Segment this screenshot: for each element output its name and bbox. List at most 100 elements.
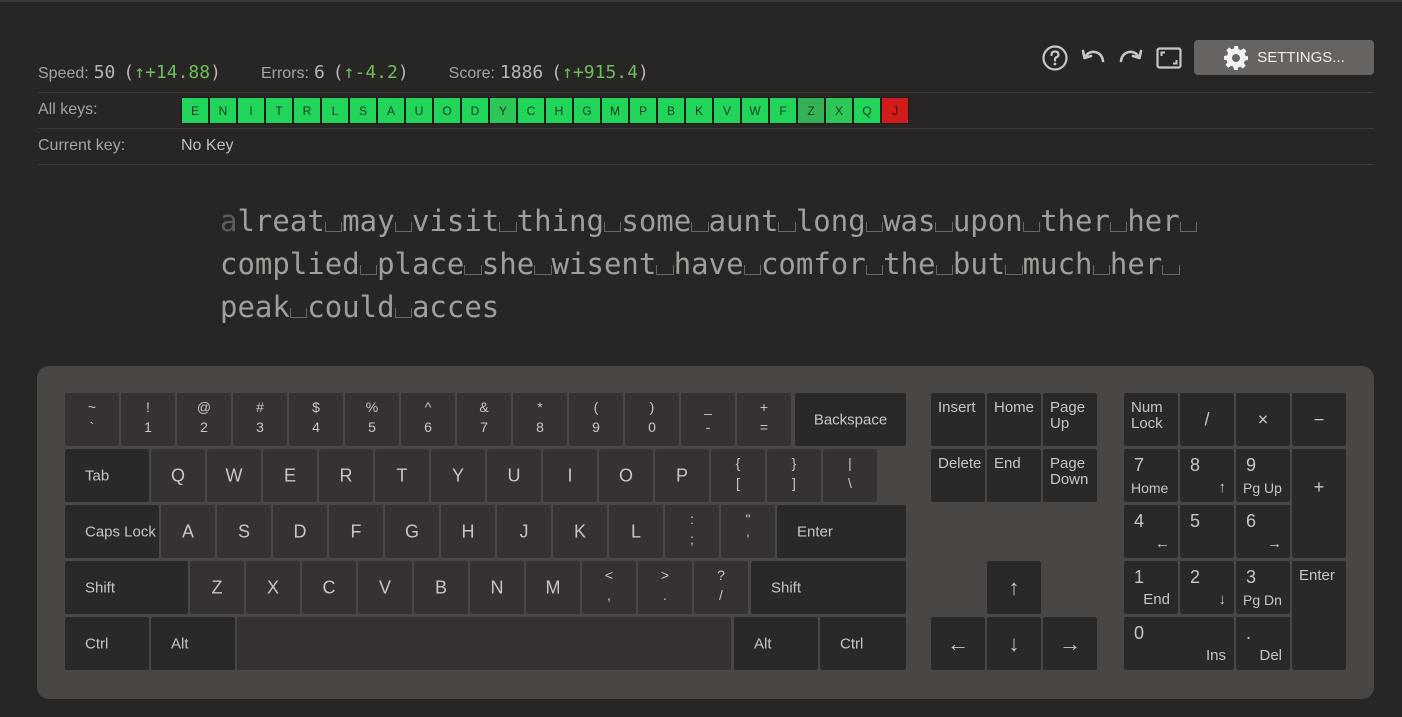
settings-button[interactable]: SETTINGS... bbox=[1194, 40, 1374, 75]
key-stat-cell[interactable]: Q bbox=[853, 97, 881, 124]
delete-key[interactable]: Delete bbox=[931, 449, 985, 502]
key-stat-cell[interactable]: R bbox=[293, 97, 321, 124]
numpad-3-key[interactable]: 3 Pg Dn bbox=[1236, 561, 1290, 614]
key-c[interactable]: C bbox=[302, 561, 356, 614]
alt-right-key[interactable]: Alt bbox=[734, 617, 818, 670]
help-icon[interactable] bbox=[1040, 43, 1070, 73]
key-0[interactable]: ) 0 bbox=[625, 393, 679, 446]
key-sym[interactable]: " ' bbox=[721, 505, 775, 558]
key-e[interactable]: E bbox=[263, 449, 317, 502]
numpad-divide-key[interactable]: / bbox=[1180, 393, 1234, 446]
key-stat-cell[interactable]: L bbox=[321, 97, 349, 124]
key-4[interactable]: $4 bbox=[289, 393, 343, 446]
key-sym[interactable]: :; bbox=[665, 505, 719, 558]
fullscreen-icon[interactable] bbox=[1154, 43, 1184, 73]
key-stat-cell[interactable]: G bbox=[573, 97, 601, 124]
key-stat-cell[interactable]: U bbox=[405, 97, 433, 124]
key-u[interactable]: U bbox=[487, 449, 541, 502]
key-stat-cell[interactable]: X bbox=[825, 97, 853, 124]
key-p[interactable]: P bbox=[655, 449, 709, 502]
numpad-9-key[interactable]: 9 Pg Up bbox=[1236, 449, 1290, 502]
key-l[interactable]: L bbox=[609, 505, 663, 558]
key-stat-cell[interactable]: S bbox=[349, 97, 377, 124]
numpad-enter-key[interactable]: Enter bbox=[1292, 561, 1346, 670]
arrow-right-key[interactable]: → bbox=[1043, 617, 1097, 670]
key-g[interactable]: G bbox=[385, 505, 439, 558]
ctrl-right-key[interactable]: Ctrl bbox=[820, 617, 906, 670]
key-`[interactable]: ~ ` bbox=[65, 393, 119, 446]
key-stat-cell[interactable]: F bbox=[769, 97, 797, 124]
key-9[interactable]: (9 bbox=[569, 393, 623, 446]
key-j[interactable]: J bbox=[497, 505, 551, 558]
key-stat-cell[interactable]: E bbox=[181, 97, 209, 124]
arrow-down-key[interactable]: ↓ bbox=[987, 617, 1041, 670]
key-sym[interactable]: | \ bbox=[823, 449, 877, 502]
key-2[interactable]: @2 bbox=[177, 393, 231, 446]
typing-text[interactable]: alreat may visit thing some aunt long was upon th… bbox=[220, 200, 1198, 329]
key-1[interactable]: ! 1 bbox=[121, 393, 175, 446]
key-stat-cell[interactable]: O bbox=[433, 97, 461, 124]
key-sym[interactable]: }] bbox=[767, 449, 821, 502]
key-stat-cell[interactable]: H bbox=[545, 97, 573, 124]
key-o[interactable]: O bbox=[599, 449, 653, 502]
numpad-7-key[interactable]: 7 Home bbox=[1124, 449, 1178, 502]
numpad-4-key[interactable]: 4 ← bbox=[1124, 505, 1178, 558]
key-f[interactable]: F bbox=[329, 505, 383, 558]
key-w[interactable]: W bbox=[207, 449, 261, 502]
key-b[interactable]: B bbox=[414, 561, 468, 614]
key-t[interactable]: T bbox=[375, 449, 429, 502]
arrow-up-key[interactable]: ↑ bbox=[987, 561, 1041, 614]
backspace-key[interactable]: Backspace bbox=[795, 393, 906, 446]
key-q[interactable]: Q bbox=[151, 449, 205, 502]
key-stat-cell[interactable]: N bbox=[209, 97, 237, 124]
key-y[interactable]: Y bbox=[431, 449, 485, 502]
key-sym[interactable]: ? / bbox=[694, 561, 748, 614]
numpad-plus-key[interactable]: + bbox=[1292, 449, 1346, 558]
key-stat-cell[interactable]: T bbox=[265, 97, 293, 124]
key-stat-cell[interactable]: V bbox=[713, 97, 741, 124]
caps-lock-key[interactable]: Caps Lock bbox=[65, 505, 159, 558]
key-s[interactable]: S bbox=[217, 505, 271, 558]
ctrl-left-key[interactable]: Ctrl bbox=[65, 617, 149, 670]
key-v[interactable]: V bbox=[358, 561, 412, 614]
key-stat-cell[interactable]: M bbox=[601, 97, 629, 124]
key-m[interactable]: M bbox=[526, 561, 580, 614]
num-lock-key[interactable]: Num Lock bbox=[1124, 393, 1178, 446]
key--[interactable]: _ - bbox=[681, 393, 735, 446]
numpad-decimal-key[interactable]: . Del bbox=[1236, 617, 1290, 670]
key-h[interactable]: H bbox=[441, 505, 495, 558]
numpad-minus-key[interactable]: − bbox=[1292, 393, 1346, 446]
key-d[interactable]: D bbox=[273, 505, 327, 558]
key-8[interactable]: * 8 bbox=[513, 393, 567, 446]
key-6[interactable]: ^ 6 bbox=[401, 393, 455, 446]
shift-left-key[interactable]: Shift bbox=[65, 561, 188, 614]
arrow-left-key[interactable]: ← bbox=[931, 617, 985, 670]
redo-icon[interactable] bbox=[1116, 43, 1146, 73]
key-r[interactable]: R bbox=[319, 449, 373, 502]
key-stat-cell[interactable]: Z bbox=[797, 97, 825, 124]
numpad-0-key[interactable]: 0 Ins bbox=[1124, 617, 1234, 670]
key-=[interactable]: + = bbox=[737, 393, 791, 446]
page-down-key[interactable]: Page Down bbox=[1043, 449, 1097, 502]
key-x[interactable]: X bbox=[246, 561, 300, 614]
key-stat-cell[interactable]: W bbox=[741, 97, 769, 124]
key-stat-cell[interactable]: P bbox=[629, 97, 657, 124]
key-i[interactable]: I bbox=[543, 449, 597, 502]
insert-key[interactable]: Insert bbox=[931, 393, 985, 446]
numpad-5-key[interactable]: 5 bbox=[1180, 505, 1234, 558]
end-key[interactable]: End bbox=[987, 449, 1041, 502]
numpad-multiply-key[interactable]: × bbox=[1236, 393, 1290, 446]
key-3[interactable]: #3 bbox=[233, 393, 287, 446]
key-stat-cell[interactable]: D bbox=[461, 97, 489, 124]
page-up-key[interactable]: Page Up bbox=[1043, 393, 1097, 446]
alt-left-key[interactable]: Alt bbox=[151, 617, 235, 670]
key-sym[interactable]: <, bbox=[582, 561, 636, 614]
key-k[interactable]: K bbox=[553, 505, 607, 558]
undo-icon[interactable] bbox=[1078, 43, 1108, 73]
key-z[interactable]: Z bbox=[190, 561, 244, 614]
key-stat-cell[interactable]: C bbox=[517, 97, 545, 124]
key-7[interactable]: & 7 bbox=[457, 393, 511, 446]
key-sym[interactable]: {[ bbox=[711, 449, 765, 502]
key-stat-cell[interactable]: A bbox=[377, 97, 405, 124]
numpad-2-key[interactable]: 2 ↓ bbox=[1180, 561, 1234, 614]
